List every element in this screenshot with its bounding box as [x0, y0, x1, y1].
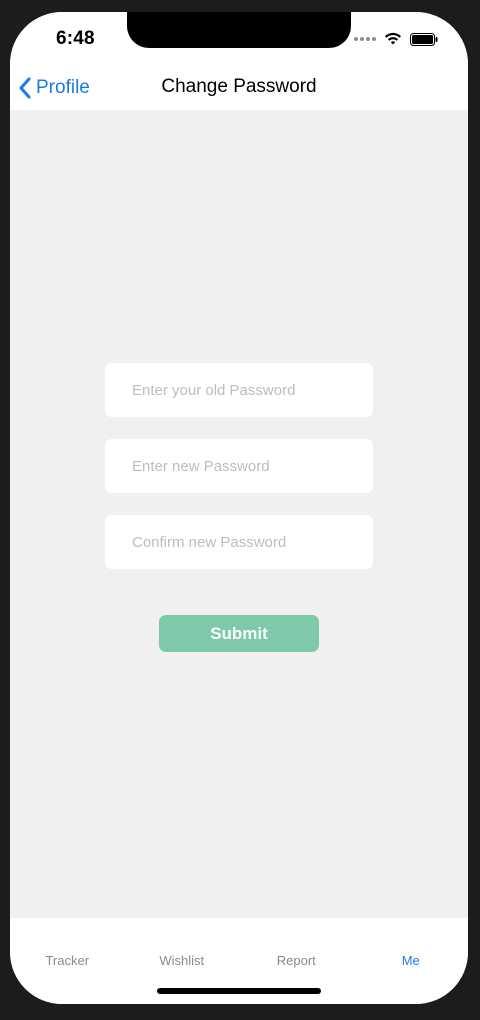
change-password-form — [105, 363, 373, 591]
status-icons — [354, 32, 438, 46]
home-indicator[interactable] — [157, 988, 321, 994]
new-password-field-container — [105, 439, 373, 493]
status-time: 6:48 — [56, 28, 95, 49]
submit-button[interactable]: Submit — [159, 615, 319, 652]
cellular-signal-icon — [354, 37, 376, 41]
navigation-bar: Profile Change Password — [10, 66, 468, 110]
tab-tracker[interactable]: Tracker — [10, 918, 125, 1004]
device-frame: 6:48 Profile Change Password Submit Trac… — [0, 0, 480, 1020]
old-password-input[interactable] — [105, 363, 373, 417]
phone-screen: 6:48 Profile Change Password Submit Trac… — [10, 12, 468, 1004]
tab-me[interactable]: Me — [354, 918, 469, 1004]
old-password-field-container — [105, 363, 373, 417]
confirm-password-input[interactable] — [105, 515, 373, 569]
new-password-input[interactable] — [105, 439, 373, 493]
page-title: Change Password — [161, 76, 317, 97]
device-notch — [127, 12, 351, 48]
wifi-icon — [385, 32, 401, 45]
battery-icon — [410, 32, 438, 46]
confirm-password-field-container — [105, 515, 373, 569]
